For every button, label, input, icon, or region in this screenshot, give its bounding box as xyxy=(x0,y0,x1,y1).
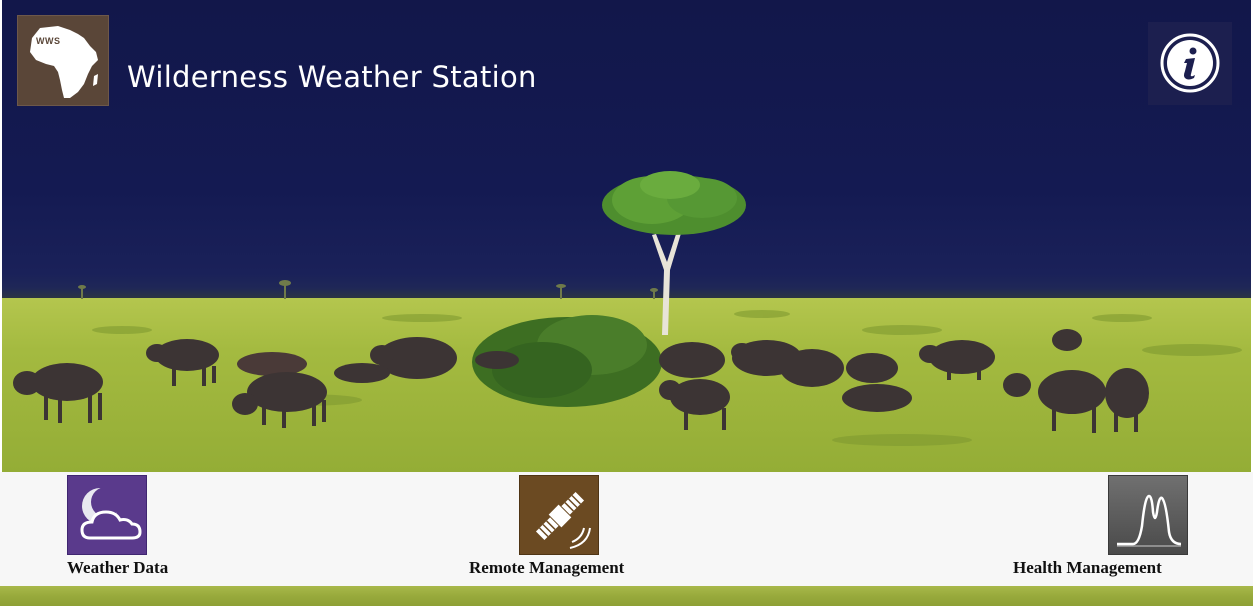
hero-banner: WWS Wilderness Weather Station xyxy=(2,0,1251,472)
satellite-icon xyxy=(535,491,591,549)
nav-label-weather-data: Weather Data xyxy=(67,558,169,577)
nav-item-health-management[interactable]: Health Management xyxy=(1013,472,1193,586)
page-title: Wilderness Weather Station xyxy=(127,60,537,94)
nav-label-health-management: Health Management xyxy=(1013,558,1162,577)
health-management-tile[interactable] xyxy=(1108,475,1188,555)
grass-footer-strip xyxy=(0,586,1253,606)
info-icon xyxy=(1160,33,1220,93)
nav-label-remote-management: Remote Management xyxy=(469,558,625,577)
africa-map-icon xyxy=(30,26,98,98)
remote-management-tile[interactable] xyxy=(519,475,599,555)
nav-item-remote-management[interactable]: Remote Management xyxy=(469,472,659,586)
nav-item-weather-data[interactable]: Weather Data xyxy=(67,472,187,586)
nav-bar: Weather Data Remote Management Health Ma… xyxy=(0,472,1253,586)
weather-data-tile[interactable] xyxy=(67,475,147,555)
info-button[interactable] xyxy=(1148,22,1232,105)
wws-logo: WWS xyxy=(17,15,109,106)
logo-text: WWS xyxy=(36,36,61,46)
waveform-icon xyxy=(1117,494,1182,547)
cloud-moon-icon xyxy=(80,487,142,540)
